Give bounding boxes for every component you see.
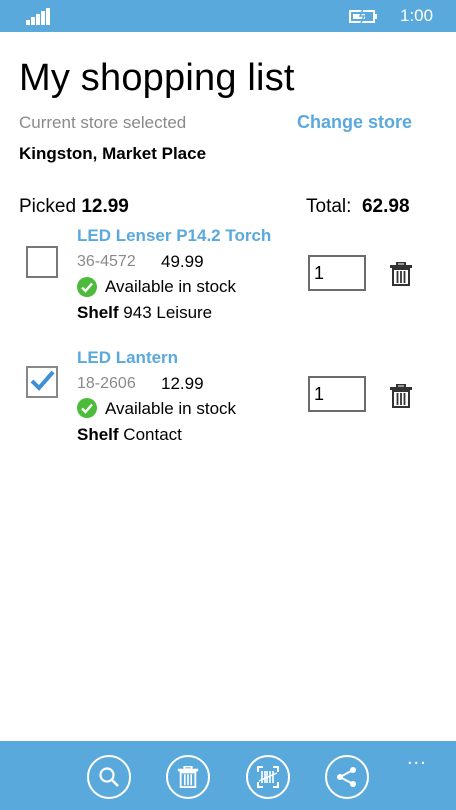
search-icon	[99, 767, 119, 787]
item-name[interactable]: LED Lenser P14.2 Torch	[77, 226, 271, 246]
check-circle-icon	[77, 277, 97, 297]
status-bar: 1:00	[0, 0, 456, 32]
item-price: 12.99	[161, 374, 204, 393]
more-options-button[interactable]: ...	[407, 747, 427, 770]
item-checkbox[interactable]	[26, 246, 58, 278]
shelf-location: Shelf 943 Leisure	[77, 303, 212, 323]
quantity-input[interactable]	[308, 255, 366, 291]
total-summary: Total: 62.98	[306, 196, 410, 218]
delete-icon	[177, 766, 199, 788]
item-checkbox-checked[interactable]	[26, 366, 58, 398]
total-value: 62.98	[361, 196, 410, 217]
quantity-input[interactable]	[308, 376, 366, 412]
picked-label: Picked	[19, 196, 77, 217]
item-name[interactable]: LED Lantern	[77, 348, 178, 368]
total-label: Total:	[306, 196, 352, 217]
picked-summary: Picked 12.99	[19, 196, 129, 218]
item-code: 18-2606	[77, 375, 136, 392]
picked-value: 12.99	[81, 196, 129, 217]
shelf-location: Shelf Contact	[77, 425, 182, 445]
store-name: Kingston, Market Place	[19, 144, 207, 163]
battery-charging-icon	[349, 9, 377, 23]
signal-strength-icon	[26, 8, 52, 25]
app-bar: ...	[0, 741, 456, 810]
share-icon	[337, 767, 356, 787]
current-store-label: Current store selected	[19, 113, 187, 132]
shelf-label: Shelf	[77, 303, 119, 322]
list-item: LED Lenser P14.2 Torch 36-4572 49.99 Ava…	[0, 224, 456, 334]
stock-status: Available in stock	[105, 399, 237, 418]
barcode-scan-icon	[257, 766, 279, 788]
shelf-value: Contact	[123, 425, 182, 444]
page-title: My shopping list	[19, 57, 295, 99]
share-button[interactable]	[325, 755, 369, 799]
delete-list-button[interactable]	[166, 755, 210, 799]
search-button[interactable]	[87, 755, 131, 799]
item-code: 36-4572	[77, 253, 136, 270]
item-price: 49.99	[161, 252, 204, 271]
scan-barcode-button[interactable]	[246, 755, 290, 799]
change-store-link[interactable]: Change store	[297, 112, 412, 133]
trash-icon[interactable]	[390, 262, 412, 286]
shelf-label: Shelf	[77, 425, 119, 444]
check-circle-icon	[77, 398, 97, 418]
shelf-value: 943 Leisure	[123, 303, 213, 322]
list-item: LED Lantern 18-2606 12.99 Available in s…	[0, 346, 456, 456]
stock-status: Available in stock	[105, 277, 237, 296]
checkmark-icon	[30, 370, 55, 391]
clock: 1:00	[400, 6, 434, 25]
trash-icon[interactable]	[390, 384, 412, 408]
